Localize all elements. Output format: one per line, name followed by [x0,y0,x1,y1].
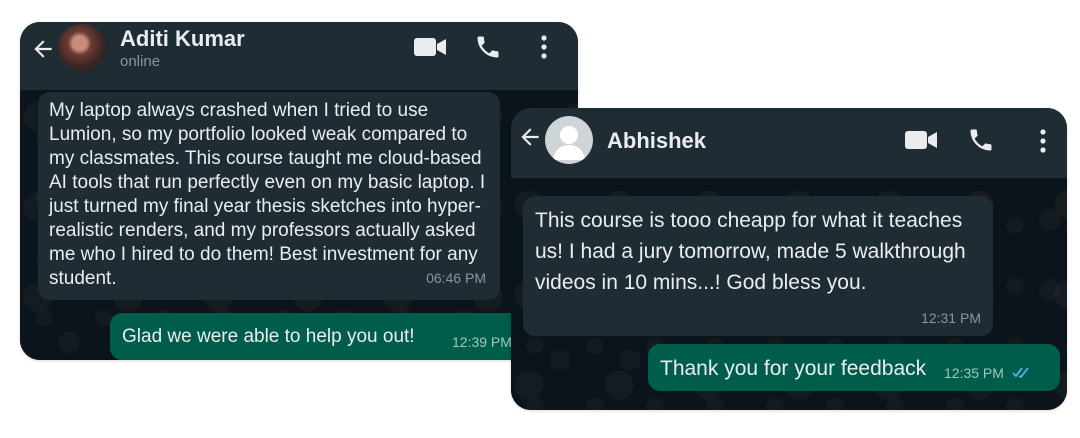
more-options-icon[interactable] [1039,128,1047,161]
message-text: Thank you for your feedback [660,357,927,380]
message-text: This course is tooo cheapp for what it t… [535,209,966,294]
message-time: 12:35 PM [944,365,1004,381]
back-arrow-icon[interactable] [517,124,543,156]
contact-status: online [120,53,161,70]
phone-call-icon[interactable] [967,126,995,159]
avatar-placeholder-icon[interactable] [545,116,593,164]
video-call-icon[interactable] [904,128,938,157]
phone-call-icon[interactable] [474,33,502,66]
message-time-row: 12:35 PM [944,365,1030,381]
chat-wallpaper: My laptop always crashed when I tried to… [20,90,578,360]
chat-screenshot-abhishek: Abhishek This course is tooo cheapp for … [511,108,1067,410]
chat-screenshot-aditi: Aditi Kumar online My laptop always cras… [20,22,578,360]
incoming-message-bubble[interactable]: My laptop always crashed when I tried to… [38,92,500,300]
contact-name[interactable]: Aditi Kumar [120,26,245,52]
chat-header: Abhishek [511,108,1067,178]
video-call-icon[interactable] [413,35,447,64]
message-text: My laptop always crashed when I tried to… [49,100,486,289]
more-options-icon[interactable] [540,34,548,67]
incoming-message-bubble[interactable]: This course is tooo cheapp for what it t… [523,196,993,336]
contact-name[interactable]: Abhishek [607,128,706,154]
chat-header: Aditi Kumar online [20,22,578,90]
message-time: 12:31 PM [921,310,981,326]
message-time: 06:46 PM [426,270,486,286]
avatar[interactable] [58,24,106,72]
outgoing-message-bubble[interactable]: Glad we were able to help you out! 12:39… [110,313,578,360]
back-arrow-icon[interactable] [30,36,56,68]
message-text: Glad we were able to help you out! [122,326,415,347]
chat-wallpaper: This course is tooo cheapp for what it t… [511,178,1067,410]
message-time: 12:39 PM [452,334,512,350]
outgoing-message-bubble[interactable]: Thank you for your feedback 12:35 PM [648,344,1060,391]
double-check-icon [1012,366,1030,381]
